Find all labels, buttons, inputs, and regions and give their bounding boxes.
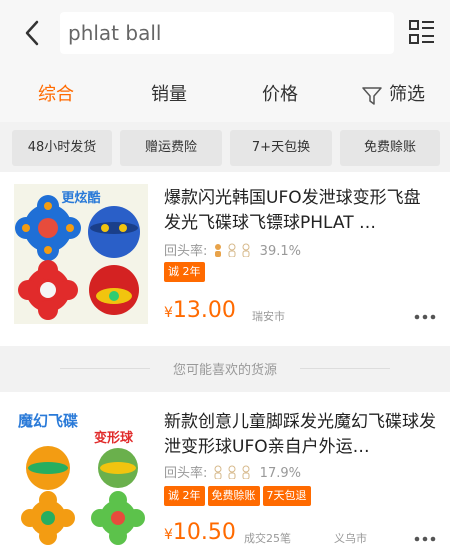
list-view-icon[interactable] [408,18,436,46]
product-card[interactable]: 更炫酷 爆款闪光韩国UFO发泄球变形飞盘发光飞碟球飞镖球PHLAT … 回头率:… [0,172,450,346]
chip-48h-shipping[interactable]: 48小时发货 [12,130,112,166]
location: 义乌市 [334,532,367,545]
product-image: 更炫酷 [14,184,148,324]
image-caption-2: 变形球 [94,430,134,446]
product-card[interactable]: 魔幻飞碟 变形球 新款创意儿童脚踩发光魔幻飞碟球发泄变形球UFO亲自户外运… 回 [0,392,450,549]
price-value: 13.00 [172,298,236,323]
repeat-rate: 回头率: 39.1% [164,240,301,259]
rating-people-icon [214,465,250,480]
price: ¥10.50 [164,520,236,545]
currency-symbol: ¥ [164,305,173,321]
rating-people-icon [214,243,250,258]
search-input[interactable] [60,12,394,54]
divider-line-right [300,368,390,369]
search-box[interactable] [60,12,394,54]
currency-symbol: ¥ [164,527,173,543]
image-caption: 更炫酷 [61,190,100,206]
repeat-rate-label: 回头率: [164,244,208,259]
tab-comprehensive[interactable]: 综合 [38,64,74,122]
funnel-icon[interactable] [362,86,382,106]
tag-list: 诚 2年 免费赊账 7天包退 [164,486,311,506]
repeat-rate-value: 39.1% [259,244,301,259]
tag-badge: 诚 2年 [164,262,205,282]
price: ¥13.00 [164,298,236,323]
chip-7day-exchange[interactable]: 7+天包换 [230,130,332,166]
chip-free-credit[interactable]: 免费赊账 [340,130,440,166]
product-title[interactable]: 爆款闪光韩国UFO发泄球变形飞盘发光飞碟球飞镖球PHLAT … [164,186,436,236]
tab-sales[interactable]: 销量 [151,64,187,122]
repeat-rate-value: 17.9% [259,466,301,481]
repeat-rate-label: 回头率: [164,466,208,481]
sort-tabs: 综合 销量 价格 筛选 [0,64,450,122]
product-title[interactable]: 新款创意儿童脚踩发光魔幻飞碟球发泄变形球UFO亲自户外运… [164,410,436,460]
tag-badge: 免费赊账 [207,486,260,506]
tag-badge: 7天包退 [262,486,311,506]
repeat-rate: 回头率: 17.9% [164,462,301,481]
product-image: 魔幻飞碟 变形球 [14,406,148,546]
recommend-divider: 您可能喜欢的货源 [0,346,450,392]
top-bar [0,0,450,64]
chip-shipping-insurance[interactable]: 赠运费险 [120,130,222,166]
tag-badge: 诚 2年 [164,486,205,506]
image-caption: 魔幻飞碟 [18,412,78,430]
sales-count: 成交25笔 [244,532,291,545]
price-value: 10.50 [172,520,236,545]
location: 瑞安市 [252,310,285,323]
tab-price[interactable]: 价格 [262,64,298,122]
filter-chips: 48小时发货 赠运费险 7+天包换 免费赊账 [0,122,450,172]
more-dots-icon[interactable] [412,532,438,546]
more-dots-icon[interactable] [412,310,438,324]
chevron-left-icon[interactable] [18,18,48,48]
tag-list: 诚 2年 [164,262,205,282]
tab-filter[interactable]: 筛选 [389,64,425,122]
